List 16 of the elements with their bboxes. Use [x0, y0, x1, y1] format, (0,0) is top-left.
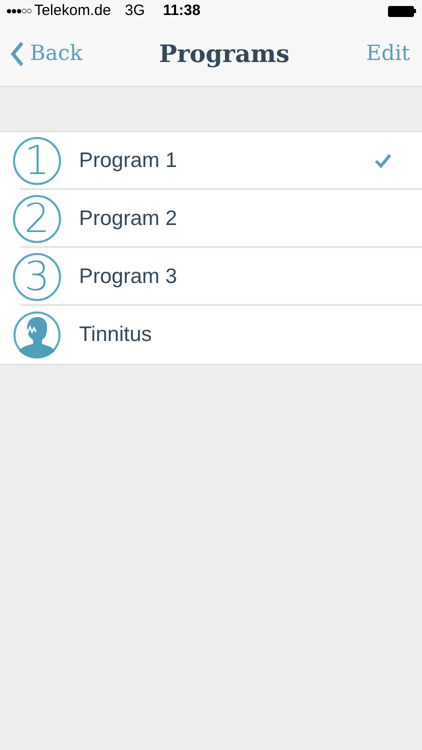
- head-icon: [13, 311, 61, 359]
- program-row[interactable]: Tinnitus: [0, 306, 422, 364]
- signal-dots: ●●●○○: [6, 4, 32, 18]
- program-row[interactable]: 2 Program 2: [0, 190, 422, 248]
- network-type: 3G: [124, 0, 145, 21]
- status-time: 11:38: [162, 0, 200, 21]
- page-title: Programs: [158, 38, 290, 70]
- chevron-left-icon: [10, 41, 24, 67]
- program-row[interactable]: 1 Program 1: [0, 132, 422, 190]
- battery-icon: [388, 6, 416, 16]
- program-row[interactable]: 3 Program 3: [0, 248, 422, 306]
- program-name: Program 3: [79, 264, 178, 290]
- program-name: Tinnitus: [79, 322, 153, 348]
- carrier-name: Telekom.de: [34, 0, 111, 21]
- program-name: Program 2: [79, 206, 178, 232]
- program-name: Program 1: [79, 148, 178, 174]
